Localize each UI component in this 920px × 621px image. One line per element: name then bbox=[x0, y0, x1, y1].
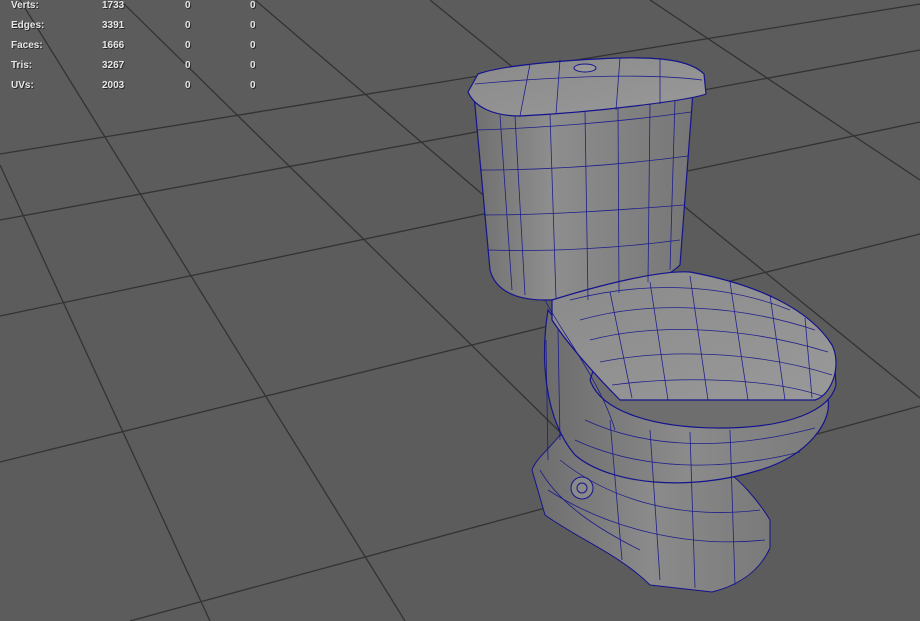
hud-selected-count: 0 bbox=[185, 20, 191, 31]
hud-row-uvs: UVs: 2003 0 0 bbox=[0, 80, 270, 94]
hud-component-count: 0 bbox=[250, 80, 256, 91]
hud-label: UVs: bbox=[11, 80, 34, 91]
hud-label: Edges: bbox=[11, 20, 45, 31]
hud-selected-count: 0 bbox=[185, 80, 191, 91]
hud-selected-count: 0 bbox=[185, 40, 191, 51]
hud-component-count: 0 bbox=[250, 0, 256, 11]
hud-count: 1733 bbox=[102, 0, 125, 11]
hud-count: 3267 bbox=[102, 60, 125, 71]
hud-label: Verts: bbox=[11, 0, 39, 11]
hud-component-count: 0 bbox=[250, 40, 256, 51]
hud-label: Tris: bbox=[11, 60, 33, 71]
poly-count-hud: Verts: 1733 0 0 Edges: 3391 0 0 Faces: 1… bbox=[0, 0, 270, 100]
hud-component-count: 0 bbox=[250, 60, 256, 71]
hud-component-count: 0 bbox=[250, 20, 256, 31]
hud-count: 3391 bbox=[102, 20, 125, 31]
hud-selected-count: 0 bbox=[185, 60, 191, 71]
hud-label: Faces: bbox=[11, 40, 43, 51]
hud-count: 1666 bbox=[102, 40, 125, 51]
hud-count: 2003 bbox=[102, 80, 125, 91]
hud-row-tris: Tris: 3267 0 0 bbox=[0, 60, 270, 74]
hud-row-verts: Verts: 1733 0 0 bbox=[0, 0, 270, 14]
toilet-mesh[interactable] bbox=[467, 57, 837, 593]
hud-row-edges: Edges: 3391 0 0 bbox=[0, 20, 270, 34]
3d-viewport[interactable]: Verts: 1733 0 0 Edges: 3391 0 0 Faces: 1… bbox=[0, 0, 920, 621]
hud-row-faces: Faces: 1666 0 0 bbox=[0, 40, 270, 54]
hud-selected-count: 0 bbox=[185, 0, 191, 11]
